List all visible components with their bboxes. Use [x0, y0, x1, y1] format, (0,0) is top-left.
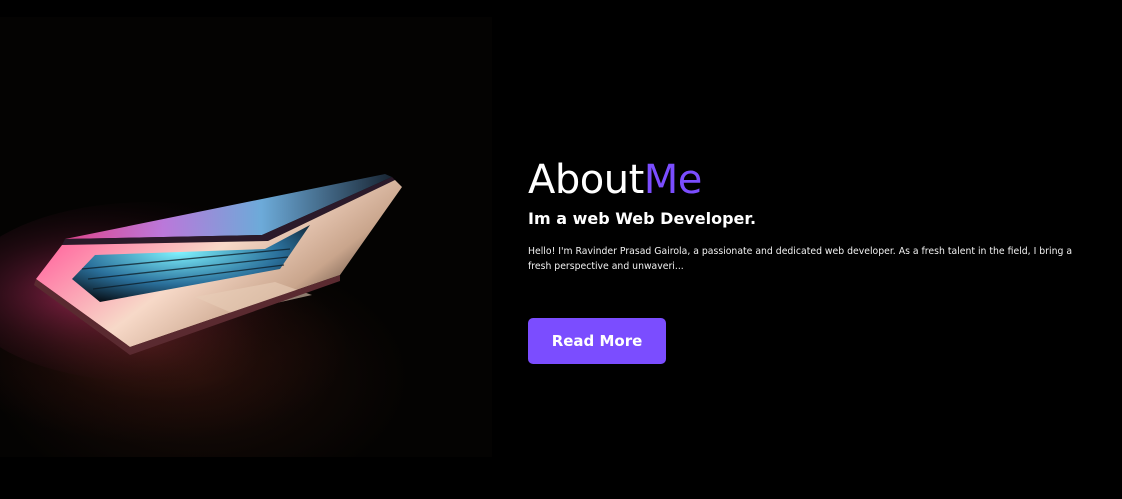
- section-title: AboutMe: [528, 156, 1098, 204]
- subtitle: Im a web Web Developer.: [528, 209, 757, 228]
- about-content: AboutMe Im a web Web Developer. Hello! I…: [528, 156, 1098, 274]
- laptop-illustration: [0, 174, 402, 382]
- about-section: AboutMe Im a web Web Developer. Hello! I…: [0, 0, 1122, 499]
- about-description: Hello! I'm Ravinder Prasad Gairola, a pa…: [528, 246, 1073, 272]
- laptop-photo: [0, 17, 492, 457]
- title-main: About: [528, 157, 644, 203]
- title-accent: Me: [643, 157, 703, 203]
- read-more-button[interactable]: Read More: [528, 318, 666, 364]
